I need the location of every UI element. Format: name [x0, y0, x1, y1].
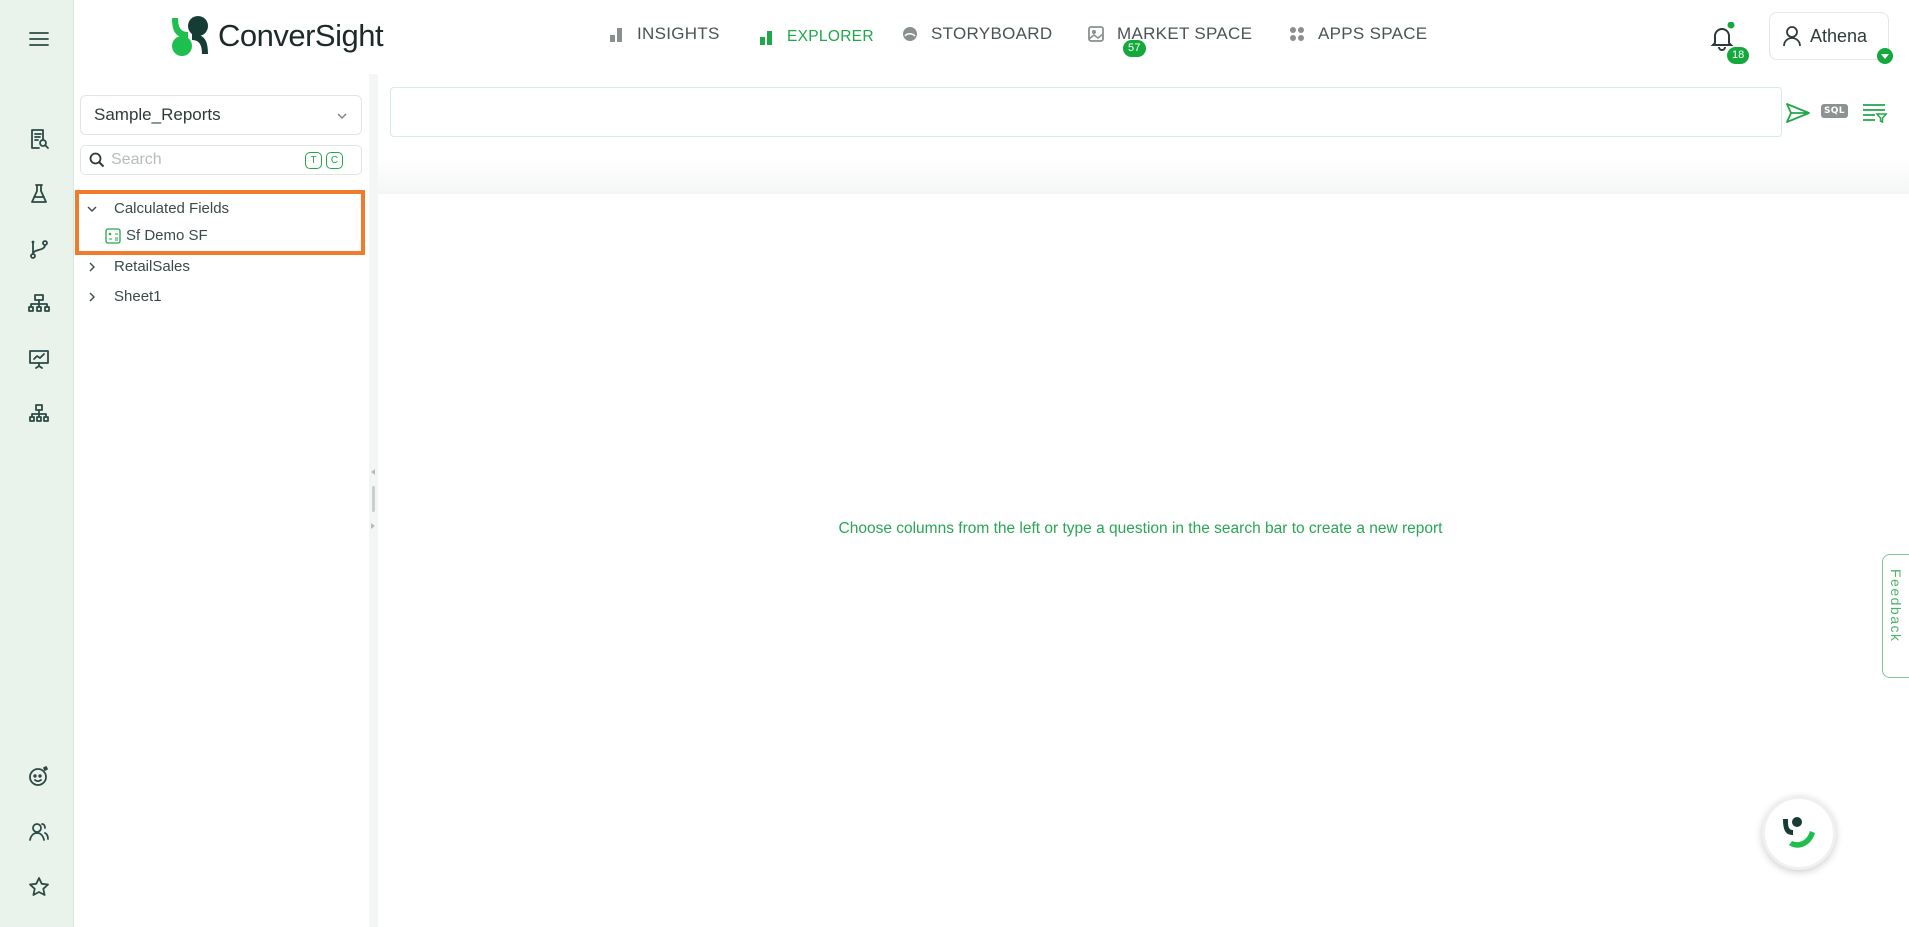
bar-chart-icon — [607, 25, 625, 43]
nav-storyboard[interactable]: STORYBOARD 57 — [901, 24, 1146, 57]
storyboard-icon — [901, 25, 919, 43]
fields-panel: Sample_Reports T C Calculated Fields Sf … — [75, 74, 369, 927]
tree-node-label: Calculated Fields — [114, 200, 230, 217]
sql-button[interactable]: SQL — [1821, 104, 1848, 118]
hamburger-menu-icon[interactable] — [24, 24, 54, 54]
feedback-label: Feedback — [1888, 569, 1904, 643]
chevron-right-icon[interactable] — [86, 261, 98, 273]
tree-node-label: Sheet1 — [114, 288, 162, 305]
nav-label: APPS SPACE — [1318, 24, 1428, 43]
chevron-right-icon[interactable] — [86, 291, 98, 303]
search-icon — [89, 152, 105, 168]
table-filter-tag[interactable]: T — [305, 151, 322, 169]
dataset-name: Sample_Reports — [94, 105, 221, 124]
sql-icon: SQL — [1821, 104, 1848, 118]
query-bar — [390, 87, 1782, 137]
explorer-chart-icon — [757, 28, 775, 46]
user-menu[interactable]: Athena — [1769, 12, 1893, 64]
bot-assistant-icon[interactable] — [24, 761, 54, 791]
tree-node-label: Sf Demo SF — [126, 227, 208, 244]
tree-node-calculated-fields[interactable]: Calculated Fields — [86, 200, 229, 217]
branch-icon[interactable] — [24, 234, 54, 264]
expand-right-icon[interactable] — [369, 522, 377, 530]
nav-market-space[interactable]: MARKET SPACE — [1087, 24, 1252, 44]
report-canvas: SQL Choose columns from the left or type… — [378, 74, 1909, 927]
empty-state-message: Choose columns from the left or type a q… — [838, 520, 1443, 537]
filter-list-icon[interactable] — [1862, 102, 1888, 124]
field-search: T C — [80, 145, 362, 175]
user-icon — [1783, 26, 1801, 47]
chatbot-logo-icon — [1783, 817, 1815, 848]
flask-icon[interactable] — [24, 179, 54, 209]
chevron-down-icon — [337, 113, 347, 119]
market-space-icon — [1087, 25, 1105, 43]
notifications-bell-icon[interactable]: 18 — [1705, 20, 1750, 64]
org-structure-icon[interactable] — [24, 399, 54, 429]
notification-count-badge: 18 — [1727, 47, 1750, 64]
conversight-logo[interactable]: ConverSight — [168, 14, 384, 58]
panel-resizer[interactable] — [369, 74, 378, 927]
reports-icon[interactable] — [24, 124, 54, 154]
star-icon[interactable] — [24, 872, 54, 902]
send-icon[interactable] — [1785, 101, 1811, 125]
column-filter-tag[interactable]: C — [326, 151, 343, 169]
query-bar-area: SQL — [378, 74, 1909, 194]
conversight-logo-icon — [172, 16, 208, 56]
user-name: Athena — [1810, 25, 1868, 46]
tree-node-retailsales[interactable]: RetailSales — [86, 258, 190, 275]
apps-grid-icon — [1288, 25, 1306, 43]
tree-node-label: RetailSales — [114, 258, 190, 275]
presentation-chart-icon[interactable] — [24, 344, 54, 374]
nav-apps-space[interactable]: APPS SPACE — [1288, 24, 1427, 44]
collapse-left-icon[interactable] — [369, 468, 377, 476]
user-dropdown-icon[interactable] — [1876, 47, 1894, 65]
nav-label: INSIGHTS — [637, 24, 720, 43]
nav-label: MARKET SPACE — [1117, 24, 1253, 43]
chatbot-launcher[interactable] — [1762, 796, 1836, 870]
tree-leaf-sf-demo-sf[interactable]: Sf Demo SF — [105, 227, 208, 244]
search-input[interactable] — [111, 151, 301, 169]
nav-label: STORYBOARD — [931, 24, 1053, 43]
dataset-select[interactable]: Sample_Reports — [80, 95, 362, 135]
question-input[interactable] — [391, 88, 1781, 136]
calculated-field-icon — [105, 227, 121, 244]
left-rail — [0, 0, 74, 927]
hierarchy-icon[interactable] — [24, 289, 54, 319]
nav-explorer[interactable]: EXPLORER — [757, 28, 874, 46]
tree-node-sheet1[interactable]: Sheet1 — [86, 288, 162, 305]
top-header: ConverSight INSIGHTS EXPLORER STORYBOARD… — [75, 0, 1909, 74]
resize-grip[interactable] — [372, 486, 375, 512]
chevron-down-icon[interactable] — [86, 203, 98, 215]
app-name: ConverSight — [218, 18, 384, 53]
nav-insights[interactable]: INSIGHTS — [607, 24, 720, 44]
nav-label: EXPLORER — [787, 28, 874, 45]
feedback-tab[interactable]: Feedback — [1882, 554, 1909, 678]
users-icon[interactable] — [24, 817, 54, 847]
